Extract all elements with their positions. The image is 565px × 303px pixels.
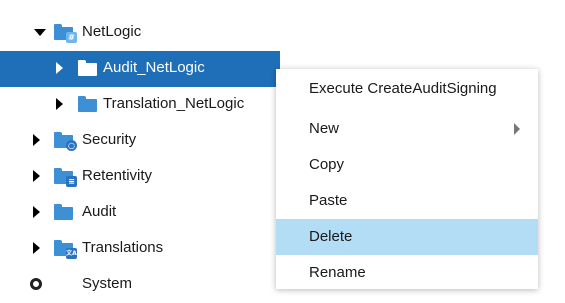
tree-item-label: Audit (82, 203, 117, 220)
netlogic-folder-icon: # (54, 24, 77, 43)
expand-arrow-icon[interactable] (33, 134, 40, 146)
menu-item-copy[interactable]: Copy (276, 147, 538, 183)
menu-item-label: Rename (309, 264, 366, 281)
tree-item-label: Retentivity (82, 167, 153, 184)
menu-item-label: Execute CreateAuditSigning (309, 80, 497, 97)
menu-item-paste[interactable]: Paste (276, 183, 538, 219)
context-menu: Execute CreateAuditSigning New Copy Past… (276, 69, 538, 289)
security-folder-icon: ○ (54, 132, 77, 151)
tree-item-label: Security (82, 131, 137, 148)
tree-item-netlogic[interactable]: # NetLogic (0, 15, 565, 51)
submenu-arrow-icon (514, 123, 520, 135)
menu-item-label: Delete (309, 228, 353, 245)
menu-item-delete[interactable]: Delete (276, 219, 538, 255)
folder-icon (54, 204, 73, 220)
expand-arrow-icon[interactable] (33, 242, 40, 254)
tree-item-label: System (82, 275, 133, 292)
tree-item-label: Translation_NetLogic (103, 95, 245, 112)
menu-item-label: Paste (309, 192, 348, 209)
collapse-arrow-icon[interactable] (34, 29, 46, 36)
menu-item-label: New (309, 120, 340, 137)
tree-item-label: Audit_NetLogic (103, 59, 205, 76)
expand-arrow-icon[interactable] (33, 170, 40, 182)
system-icon (30, 278, 42, 290)
tree-item-audit-netlogic[interactable]: Audit_NetLogic (0, 51, 280, 87)
folder-icon (78, 60, 97, 76)
menu-item-new[interactable]: New (276, 111, 538, 147)
menu-item-rename[interactable]: Rename (276, 255, 538, 291)
retentivity-folder-icon: ≡ (54, 168, 77, 187)
expand-arrow-icon[interactable] (56, 62, 63, 74)
menu-item-execute-createauditsigning[interactable]: Execute CreateAuditSigning (276, 71, 538, 107)
expand-arrow-icon[interactable] (33, 206, 40, 218)
menu-item-label: Copy (309, 156, 345, 173)
tree-item-label: NetLogic (82, 23, 142, 40)
expand-arrow-icon[interactable] (56, 98, 63, 110)
tree-item-label: Translations (82, 239, 164, 256)
translations-folder-icon: 文A (54, 240, 77, 259)
folder-icon (78, 96, 97, 112)
